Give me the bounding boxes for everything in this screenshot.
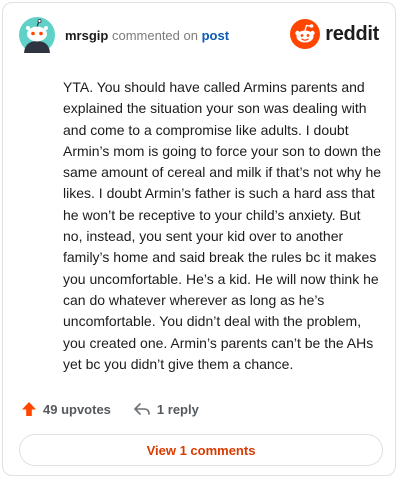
comment-header: mrsgip commented on post [65, 28, 229, 44]
reddit-alien-icon [290, 19, 321, 49]
comment-body: YTA. You should have called Armins paren… [63, 79, 382, 372]
reddit-brand[interactable]: reddit [290, 19, 379, 49]
reply-button[interactable]: 1 reply [133, 401, 199, 417]
reply-count: 1 reply [156, 401, 199, 417]
comment-actions: 49 upvotes 1 reply [21, 401, 199, 417]
view-comments-button[interactable]: View 1 comments [19, 434, 383, 466]
upvote-arrow-icon [22, 402, 36, 416]
username[interactable]: mrsgip [65, 28, 108, 43]
post-link[interactable]: post [202, 28, 229, 43]
upvote-count: 49 upvotes [43, 401, 111, 417]
comment-card: mrsgip commented on post reddit YTA. You… [2, 2, 396, 476]
upvote-button[interactable]: 49 upvotes [21, 401, 111, 417]
user-avatar[interactable] [19, 17, 55, 53]
brand-wordmark: reddit [325, 23, 379, 45]
reply-arrow-icon [134, 403, 150, 415]
header-action-text: commented on [111, 28, 198, 43]
snoo-avatar-icon [19, 17, 55, 53]
